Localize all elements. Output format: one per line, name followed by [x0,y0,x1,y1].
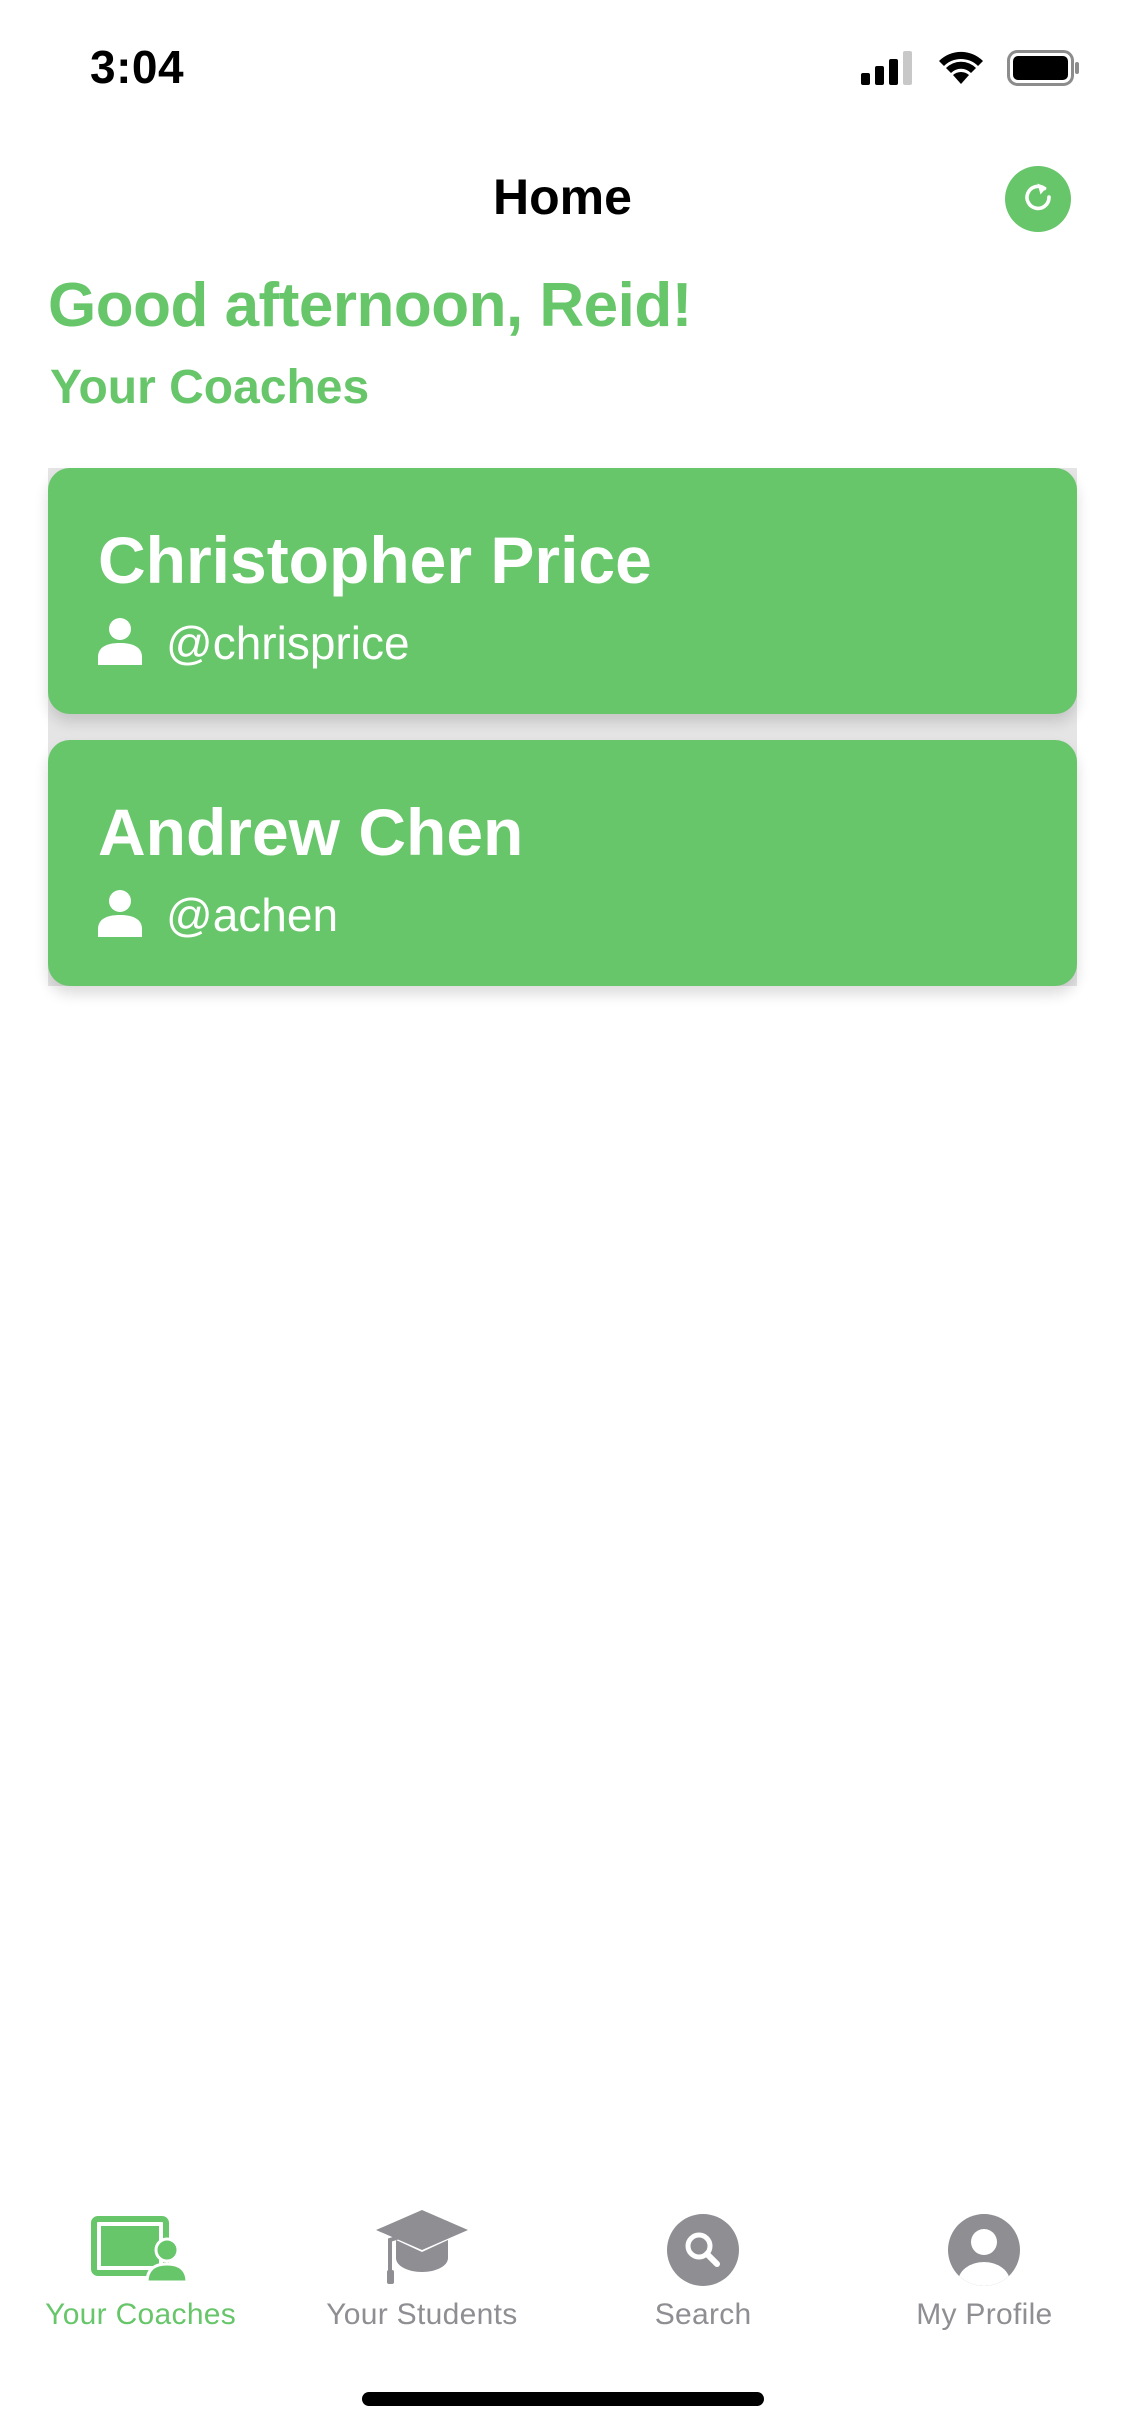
tab-my-profile[interactable]: My Profile [844,2196,1125,2356]
coach-name: Christopher Price [98,523,652,597]
tab-label: My Profile [916,2298,1053,2331]
status-bar: 3:04 [0,0,1125,132]
graduation-cap-icon [374,2196,470,2286]
tab-your-students[interactable]: Your Students [281,2196,562,2356]
coach-handle-row: @chrisprice [98,616,410,670]
coach-handle: @chrisprice [166,617,410,669]
status-icons [861,50,1081,91]
coach-name: Andrew Chen [98,795,524,869]
tab-bar: Your Coaches Your Students Search My Pro… [0,2196,1125,2356]
tab-label: Your Coaches [45,2298,237,2331]
coaches-icon [90,2196,191,2286]
wifi-icon [937,50,985,91]
coach-list: Christopher Price @chrisprice Andrew Che… [48,468,1077,986]
tab-label: Search [654,2298,752,2331]
greeting-heading: Good afternoon, Reid! [48,271,692,340]
refresh-button[interactable] [1005,166,1071,232]
person-icon [98,617,142,670]
cellular-signal-icon [861,51,915,90]
search-icon [667,2196,740,2286]
coach-handle: @achen [166,889,339,941]
battery-icon [1007,50,1081,91]
home-indicator [362,2392,764,2406]
coach-handle-row: @achen [98,888,338,942]
page-title: Home [493,169,632,225]
person-icon [98,889,142,942]
tab-search[interactable]: Search [563,2196,844,2356]
section-title: Your Coaches [50,361,370,414]
coach-card[interactable]: Christopher Price @chrisprice [48,468,1077,714]
coach-card[interactable]: Andrew Chen @achen [48,740,1077,986]
tab-your-coaches[interactable]: Your Coaches [0,2196,281,2356]
tab-label: Your Students [326,2298,518,2331]
status-time: 3:04 [90,41,185,93]
profile-icon [948,2196,1021,2286]
refresh-icon [1020,179,1056,220]
